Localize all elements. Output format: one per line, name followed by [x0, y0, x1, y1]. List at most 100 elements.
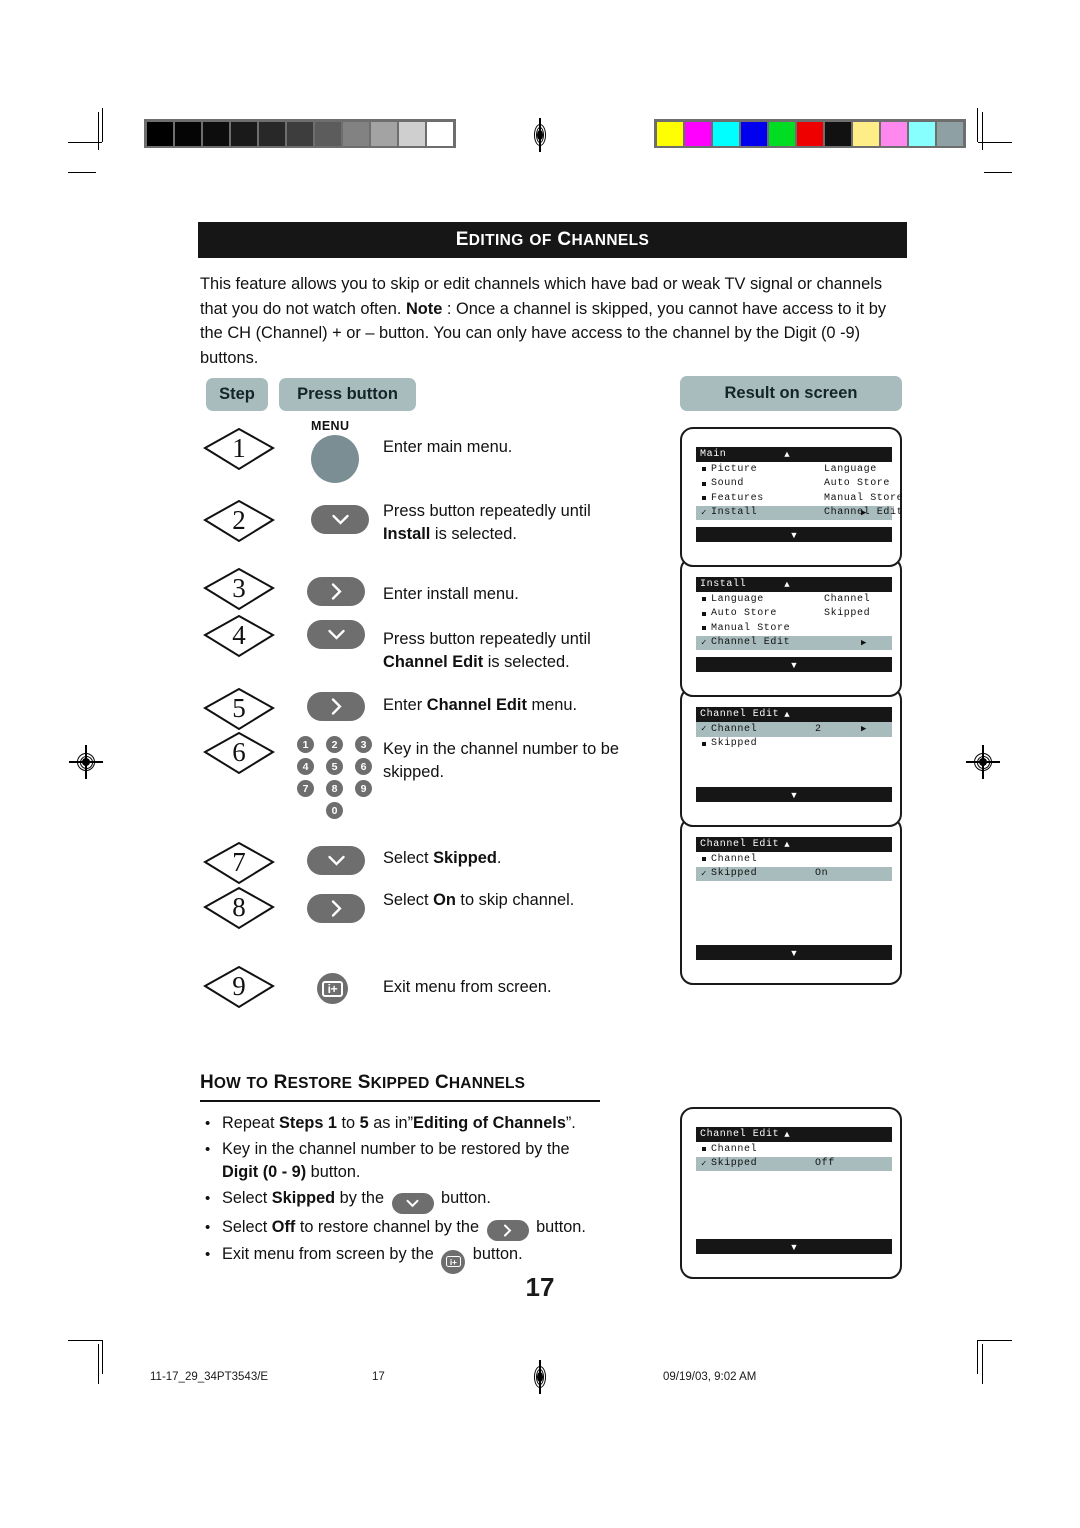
chevron-right-icon	[504, 1224, 512, 1236]
step-text-bold: On	[433, 891, 456, 909]
crop-mark-tr-under	[984, 172, 1012, 174]
info-exit-button-inline[interactable]: i+	[441, 1249, 466, 1274]
restore-section-heading: HOW TO RESTORE SKIPPED CHANNELS	[200, 1072, 600, 1102]
osd-title-bar: Install ▲	[696, 577, 892, 592]
osd-row-secondary: Language	[824, 463, 877, 475]
down-button-step7[interactable]	[307, 846, 365, 875]
digit-button-1[interactable]: 1	[297, 736, 314, 753]
step-number: 6	[232, 736, 246, 767]
osd-row-secondary: Channel	[824, 593, 871, 605]
osd-menu: Install ▲ Language Auto Store Manual Store ✓ C…	[696, 577, 892, 650]
registration-target-bottom	[523, 1360, 557, 1394]
column-header-press-button: Press button	[279, 378, 416, 411]
color-calibration-bar	[654, 119, 966, 148]
osd-bottom-bar: ▼	[696, 527, 892, 542]
chevron-down-icon	[327, 855, 345, 866]
step-marker-3: 3	[203, 566, 275, 612]
osd-title-text: Main	[700, 449, 727, 460]
step-text-9: Exit menu from screen.	[383, 978, 552, 996]
down-button-inline[interactable]	[391, 1192, 434, 1214]
grayscale-swatch	[146, 121, 173, 146]
digit-button-4[interactable]: 4	[297, 758, 314, 775]
color-swatch	[936, 121, 963, 146]
right-button-step3[interactable]	[307, 577, 365, 606]
step-text-1: Enter main menu.	[383, 438, 513, 456]
osd-row-label: Channel	[711, 853, 758, 865]
osd-row-value: On	[815, 868, 829, 880]
bullet-square-icon	[697, 626, 711, 630]
chevron-right-icon	[331, 583, 342, 600]
digit-button-7[interactable]: 7	[297, 780, 314, 797]
column-header-result-on-screen: Result on screen	[680, 376, 902, 411]
chevron-down-icon	[331, 514, 349, 525]
step-text-bold: Channel Edit	[426, 696, 527, 714]
osd-row[interactable]: Channel	[696, 852, 892, 867]
crop-mark-bl-inner	[98, 1344, 100, 1384]
footer-timestamp: 09/19/03, 9:02 AM	[663, 1371, 757, 1383]
osd-row-label: Picture	[711, 463, 758, 475]
menu-button[interactable]	[311, 435, 359, 483]
footer-file-id: 11-17_29_34PT3543/E	[150, 1371, 269, 1383]
intro-paragraph: This feature allows you to skip or edit …	[200, 275, 887, 367]
digit-button-5[interactable]: 5	[326, 758, 343, 775]
right-button-step5[interactable]	[307, 692, 365, 721]
grayscale-swatch	[342, 121, 369, 146]
info-exit-button[interactable]: i+	[317, 973, 348, 1004]
osd-row[interactable]: ✓ Skipped On	[696, 866, 892, 881]
osd-row[interactable]: Skipped	[696, 737, 892, 752]
info-plus-icon: i+	[445, 1256, 461, 1268]
color-swatch	[656, 121, 683, 146]
osd-title-bar: Channel Edit ▲	[696, 837, 892, 852]
digit-button-8[interactable]: 8	[326, 780, 343, 797]
osd-row[interactable]: ✓ Channel 2 ▶	[696, 722, 892, 737]
crop-mark-tl-under	[68, 172, 96, 174]
osd-row[interactable]: Manual Store	[696, 621, 892, 636]
list-item: Select Off to restore channel by the but…	[200, 1216, 620, 1241]
digit-button-9[interactable]: 9	[355, 780, 372, 797]
osd-row-secondary: Skipped	[824, 608, 871, 620]
color-swatch	[768, 121, 795, 146]
triangle-up-icon: ▲	[784, 839, 791, 850]
osd-row-label: Auto Store	[711, 608, 778, 620]
list-item: Repeat Steps 1 to 5 as in”Editing of Cha…	[200, 1112, 620, 1136]
osd-menu: Channel Edit ▲ Channel ✓ Skipped Off	[696, 1127, 892, 1171]
step-marker-7: 7	[203, 840, 275, 886]
down-button-step2[interactable]	[311, 505, 369, 534]
osd-row-label: Channel Edit	[711, 637, 791, 649]
color-swatch	[908, 121, 935, 146]
osd-bottom-bar: ▼	[696, 945, 892, 960]
step-marker-1: 1	[203, 426, 275, 472]
osd-menu: Main ▲ Picture Sound Features ✓ Install ▶ Langua…	[696, 447, 903, 520]
color-swatch	[796, 121, 823, 146]
chevron-right-icon	[331, 698, 342, 715]
registration-target-right	[966, 745, 1000, 779]
triangle-up-icon: ▲	[784, 449, 791, 460]
down-button-step4[interactable]	[307, 620, 365, 649]
digit-button-3[interactable]: 3	[355, 736, 372, 753]
note-bold: Note	[405, 299, 443, 318]
step-text-line1: Press button repeatedly until	[383, 630, 591, 648]
bullet-square-icon	[697, 597, 711, 601]
registration-target-left	[69, 745, 103, 779]
osd-row-label: Channel	[711, 723, 758, 735]
digit-button-2[interactable]: 2	[326, 736, 343, 753]
grayscale-swatch	[230, 121, 257, 146]
osd-row[interactable]: Channel	[696, 1142, 892, 1157]
osd-row[interactable]: ✓ Skipped Off	[696, 1156, 892, 1171]
footer-page-num: 17	[372, 1371, 385, 1383]
digit-button-6[interactable]: 6	[355, 758, 372, 775]
step-text-4: Press button repeatedly until Channel Ed…	[383, 630, 591, 671]
osd-row-value: 2	[815, 723, 822, 735]
osd-title-text: Channel Edit	[700, 839, 780, 850]
osd-title-bar: Channel Edit ▲	[696, 707, 892, 722]
triangle-down-icon: ▼	[789, 529, 799, 540]
digit-button-0[interactable]: 0	[326, 802, 343, 819]
right-button-inline[interactable]	[486, 1219, 529, 1241]
check-icon: ✓	[700, 1158, 708, 1169]
grayscale-calibration-bar	[144, 119, 456, 148]
bullet-square-icon	[697, 612, 711, 616]
osd-menu: Channel Edit ▲ Channel ✓ Skipped On	[696, 837, 892, 881]
osd-row[interactable]: ✓ Channel Edit ▶	[696, 635, 892, 650]
step-marker-6: 6	[203, 730, 275, 776]
right-button-step8[interactable]	[307, 894, 365, 923]
